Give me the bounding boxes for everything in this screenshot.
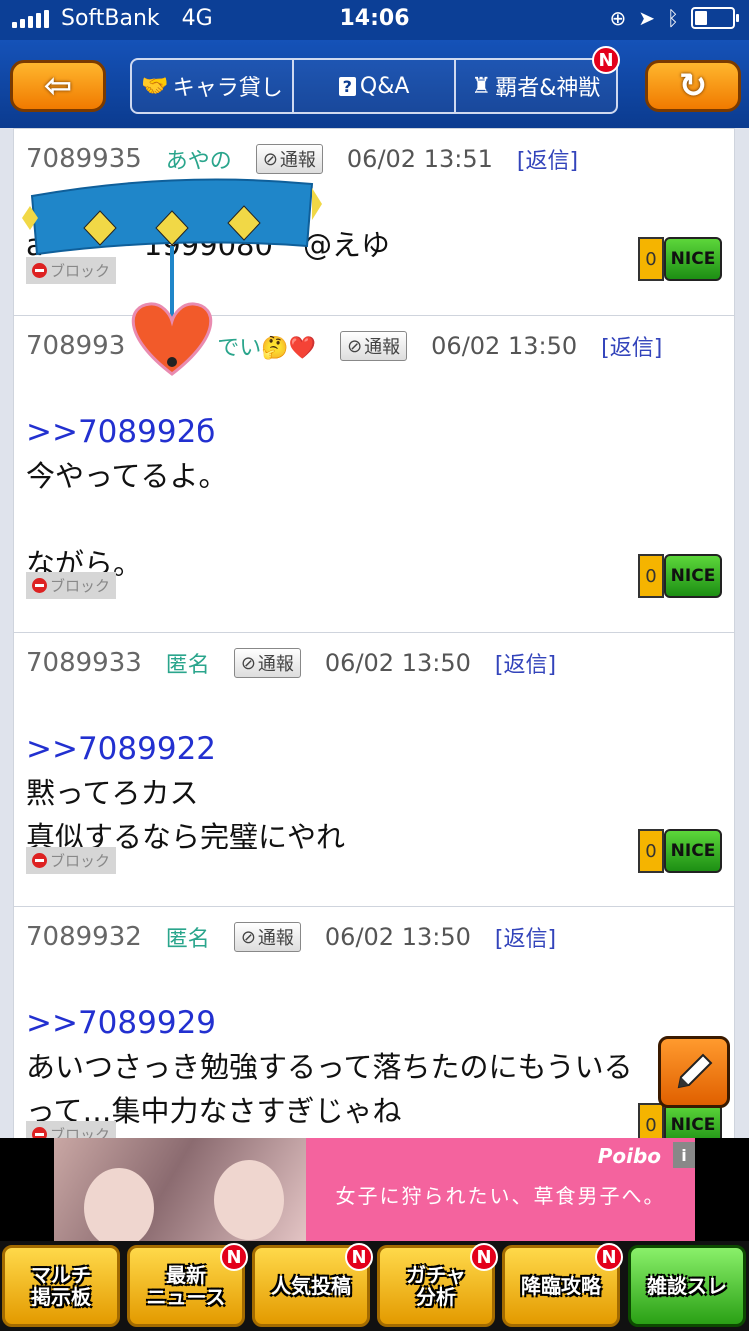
- reply-anchor-link[interactable]: >>708992б: [26, 414, 215, 450]
- ad-logo: Poibo: [597, 1144, 661, 1168]
- post-id: 7089932: [26, 922, 142, 952]
- tab-label: キャラ貸し: [172, 76, 283, 101]
- nice-count: 0: [638, 237, 664, 281]
- new-badge: N: [592, 46, 620, 74]
- tab-chara-lending[interactable]: 🤝 キャラ貸し: [132, 60, 294, 112]
- ban-icon: ⊘: [347, 335, 363, 357]
- reply-anchor-link[interactable]: >>7089922: [26, 731, 216, 767]
- thread-content[interactable]: 7089935 あやの ⊘ 通報 06/02 13:51 [返信] a 199908…: [0, 128, 749, 1138]
- arrow-left-icon: ⇦: [43, 66, 73, 106]
- location-icon: ➤: [638, 6, 655, 30]
- ban-icon: ⊘: [262, 148, 278, 170]
- nice-button[interactable]: NICE: [664, 554, 722, 598]
- post-item: 708993 でい🤔❤️ ⊘ 通報 06/02 13:50 [返信] >>7089…: [13, 315, 735, 633]
- nice-control: 0 NICE: [638, 1103, 722, 1138]
- new-badge: N: [345, 1243, 373, 1271]
- post-id: 7089935: [26, 144, 142, 174]
- new-badge: N: [470, 1243, 498, 1271]
- nice-control: 0 NICE: [638, 237, 722, 281]
- bottom-nav-multi-board[interactable]: マルチ 掲示板: [2, 1245, 120, 1327]
- block-icon: [32, 1127, 47, 1138]
- block-icon: [32, 263, 47, 278]
- reply-link[interactable]: [返信]: [601, 330, 662, 362]
- report-button[interactable]: ⊘ 通報: [233, 648, 301, 678]
- new-badge: N: [595, 1243, 623, 1271]
- new-badge: N: [220, 1243, 248, 1271]
- nice-button[interactable]: NICE: [664, 829, 722, 873]
- tab-label: 覇者&神獣: [495, 76, 601, 101]
- post-author[interactable]: でい🤔❤️: [217, 330, 316, 362]
- block-icon: [32, 578, 47, 593]
- status-icons: ⊕ ➤ ᛒ: [609, 6, 739, 30]
- compose-button[interactable]: [658, 1036, 730, 1108]
- ban-icon: ⊘: [240, 652, 256, 674]
- nice-button[interactable]: NICE: [664, 237, 722, 281]
- post-body: >>7089929 あいつさっき勉強するって落ちたのにもういる って…集中力なさ…: [26, 957, 633, 1138]
- ad-text-area: Poibo i 女子に狩られたい、草食男子へ。: [306, 1138, 695, 1241]
- tab-label: Q&A: [359, 73, 410, 99]
- reply-anchor-link[interactable]: >>7089929: [26, 1005, 216, 1041]
- nice-control: 0 NICE: [638, 554, 722, 598]
- bluetooth-icon: ᛒ: [667, 6, 679, 30]
- nav-tabs: 🤝 キャラ貸し ? Q&A ♜ 覇者&神獣: [130, 58, 618, 114]
- nice-control: 0 NICE: [638, 829, 722, 873]
- ad-image: [54, 1138, 306, 1248]
- ban-icon: ⊘: [240, 926, 256, 948]
- refresh-icon: ↻: [678, 66, 708, 106]
- nice-count: 0: [638, 829, 664, 873]
- post-text: 今やってるよ。 ながら。: [26, 459, 228, 581]
- tab-champion[interactable]: ♜ 覇者&神獣: [456, 60, 616, 112]
- post-date: 06/02 13:50: [324, 649, 471, 677]
- reply-link[interactable]: [返信]: [495, 921, 556, 953]
- ad-copy: 女子に狩られたい、草食男子へ。: [335, 1184, 666, 1208]
- post-item: 7089932 匿名 ⊘ 通報 06/02 13:50 [返信] >>708992…: [13, 906, 735, 1138]
- block-button[interactable]: ブロック: [26, 847, 117, 874]
- status-bar: SoftBank 4G 14:06 ⊕ ➤ ᛒ: [0, 0, 749, 40]
- post-id: 708993: [26, 331, 126, 361]
- report-button[interactable]: ⊘ 通報: [255, 144, 323, 174]
- back-button[interactable]: ⇦: [10, 60, 106, 112]
- battery-icon: [691, 7, 739, 29]
- reload-button[interactable]: ↻: [645, 60, 741, 112]
- report-button[interactable]: ⊘ 通報: [340, 331, 408, 361]
- tab-qa[interactable]: ? Q&A: [294, 60, 456, 112]
- post-item: 7089935 あやの ⊘ 通報 06/02 13:51 [返信] a 199908…: [13, 128, 735, 316]
- post-date: 06/02 13:50: [431, 332, 578, 360]
- ad-banner[interactable]: Poibo i 女子に狩られたい、草食男子へ。: [54, 1138, 695, 1248]
- post-author[interactable]: あやの: [166, 143, 232, 175]
- rotation-lock-icon: ⊕: [609, 6, 627, 30]
- post-text: 黙ってろカス 真似するなら完璧にやれ: [26, 776, 346, 854]
- block-button[interactable]: ブロック: [26, 572, 117, 599]
- pencil-icon: [677, 1053, 713, 1089]
- block-button[interactable]: ブロック: [26, 257, 117, 284]
- reply-link[interactable]: [返信]: [495, 647, 556, 679]
- nice-button[interactable]: NICE: [664, 1103, 722, 1138]
- reply-link[interactable]: [返信]: [517, 143, 578, 175]
- post-id: 7089933: [26, 648, 142, 678]
- tower-icon: ♜: [471, 73, 492, 99]
- post-text: あいつさっき勉強するって落ちたのにもういる って…集中力なさすぎじゃね: [26, 1050, 633, 1128]
- post-date: 06/02 13:51: [346, 145, 493, 173]
- report-button[interactable]: ⊘ 通報: [233, 922, 301, 952]
- block-button[interactable]: ブロック: [26, 1121, 117, 1138]
- handshake-icon: 🤝: [141, 73, 169, 99]
- post-item: 7089933 匿名 ⊘ 通報 06/02 13:50 [返信] >>708992…: [13, 632, 735, 907]
- bottom-nav: マルチ 掲示板 最新 ニュース 人気投稿 ガチャ 分析 降臨攻略 雑談スレ N …: [0, 1241, 749, 1331]
- bottom-nav-chat[interactable]: 雑談スレ: [628, 1245, 746, 1327]
- post-author[interactable]: 匿名: [166, 921, 210, 953]
- nice-count: 0: [638, 1103, 664, 1138]
- ad-info-icon[interactable]: i: [673, 1142, 695, 1168]
- block-icon: [32, 853, 47, 868]
- nice-count: 0: [638, 554, 664, 598]
- ad-bar: Poibo i 女子に狩られたい、草食男子へ。: [0, 1138, 749, 1248]
- question-icon: ?: [338, 76, 356, 96]
- post-date: 06/02 13:50: [324, 923, 471, 951]
- post-body: a 1999080 @えゆ: [26, 228, 390, 262]
- post-author[interactable]: 匿名: [166, 647, 210, 679]
- top-nav: ⇦ 🤝 キャラ貸し ? Q&A ♜ 覇者&神獣 N ↻: [0, 40, 749, 128]
